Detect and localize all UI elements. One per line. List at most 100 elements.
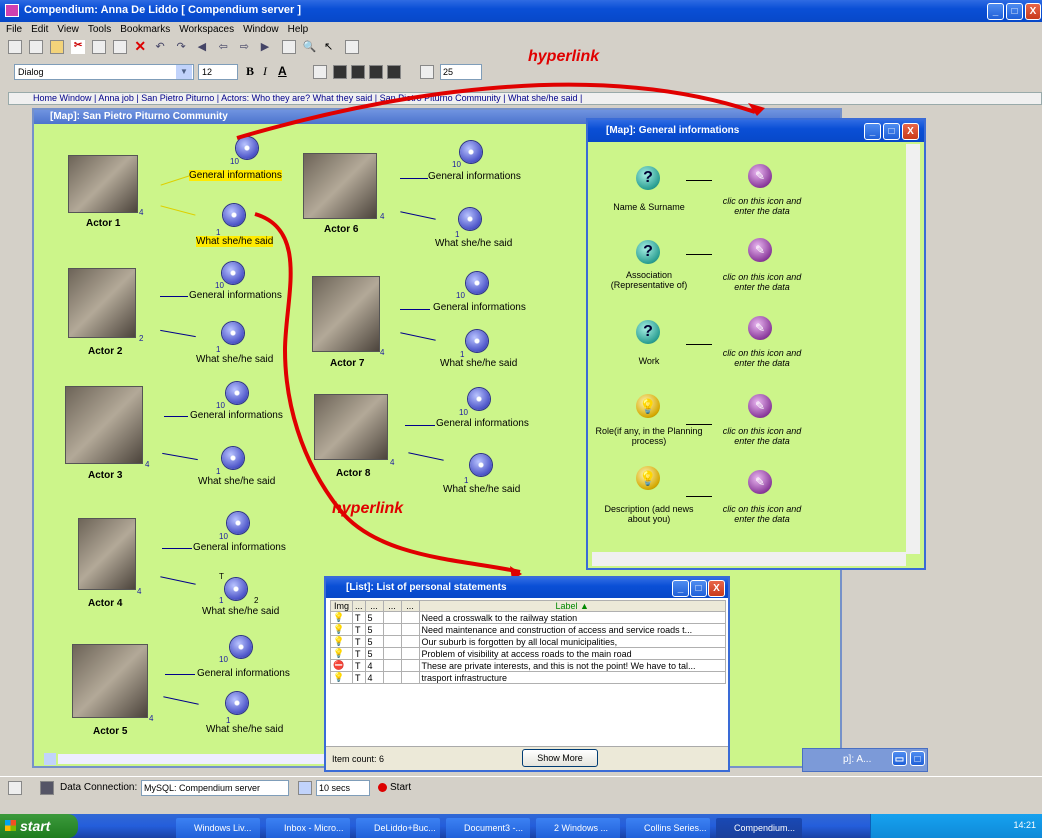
taskbar-item[interactable]: Document3 -... xyxy=(446,818,530,838)
table-header-row: Img ... ... ... ... Label ▲ xyxy=(330,600,727,612)
table-cell: 5 xyxy=(364,647,384,660)
vertical-scrollbar[interactable] xyxy=(906,144,920,554)
database-icon xyxy=(40,781,54,795)
question-icon[interactable]: ? xyxy=(636,240,660,264)
edit-icon[interactable]: ✎ xyxy=(748,238,772,262)
table-row[interactable]: 💡 T 5 Need a crosswalk to the railway stati… xyxy=(330,611,727,624)
column-header[interactable]: ... xyxy=(382,600,402,612)
show-more-button[interactable]: Show More xyxy=(522,749,598,767)
field-hint: clic on this icon and enter the data xyxy=(722,348,802,368)
table-cell: T xyxy=(352,659,366,672)
link-arrow xyxy=(686,254,712,255)
record-icon[interactable] xyxy=(378,783,387,792)
list-window: [List]: List of personal statements _ □ … xyxy=(324,576,730,772)
edit-icon[interactable]: ✎ xyxy=(748,470,772,494)
table-cell: These are private interests, and this is… xyxy=(418,659,727,672)
table-cell: T xyxy=(352,671,366,684)
table-cell: 4 xyxy=(364,671,384,684)
interval-select[interactable]: 10 secs xyxy=(316,780,370,796)
edit-icon[interactable]: ✎ xyxy=(748,316,772,340)
grid-icon[interactable] xyxy=(8,781,22,795)
table-row[interactable]: 💡 T 5 Need maintenance and construction of … xyxy=(330,623,727,636)
table-cell: Need a crosswalk to the railway station xyxy=(418,611,727,624)
link-arrow xyxy=(686,424,712,425)
info-map-title: [Map]: General informations xyxy=(606,125,740,136)
maximize-button[interactable]: □ xyxy=(910,751,925,766)
table-cell: Problem of visibility at access roads to… xyxy=(418,647,727,660)
close-button[interactable]: X xyxy=(902,123,919,140)
clock: 14:21 xyxy=(1013,820,1036,830)
taskbar-item[interactable]: DeLiddo+Buc... xyxy=(356,818,440,838)
item-count: Item count: 6 xyxy=(332,754,385,764)
table-cell: T xyxy=(352,623,366,636)
table-row[interactable]: 💡 T 5 Problem of visibility at access roads… xyxy=(330,647,727,660)
field-label: Role(if any, in the Planning process) xyxy=(595,426,703,446)
taskbar-item[interactable]: Inbox - Micro... xyxy=(266,818,350,838)
idea-icon: 💡 xyxy=(333,624,345,635)
minimized-window-label: p]: A... xyxy=(843,754,872,765)
windows-flag-icon xyxy=(5,820,16,831)
field-label: Name & Surname xyxy=(613,202,685,212)
field-hint: clic on this icon and enter the data xyxy=(722,272,802,292)
system-tray: 14:21 xyxy=(870,814,1042,838)
con-icon: ⛔ xyxy=(333,660,345,671)
info-map-window: [Map]: General informations _ □ X ? ✎ Na… xyxy=(586,118,926,570)
edit-icon[interactable]: ✎ xyxy=(748,394,772,418)
list-title-bar: [List]: List of personal statements xyxy=(326,578,728,598)
table-row[interactable]: ⛔ T 4 These are private interests, and this… xyxy=(330,659,727,672)
question-icon[interactable]: ? xyxy=(636,166,660,190)
data-connection-label: Data Connection: xyxy=(60,782,138,793)
interval-select-value: 10 secs xyxy=(319,783,351,793)
table-cell: T xyxy=(352,647,366,660)
maximize-button[interactable]: □ xyxy=(883,123,900,140)
list-table: Img ... ... ... ... Label ▲ 💡 T 5 Need a cr… xyxy=(330,600,727,684)
taskbar: start Windows Liv... Inbox - Micro... De… xyxy=(0,814,1042,838)
table-cell: 5 xyxy=(364,635,384,648)
minimize-button[interactable]: _ xyxy=(864,123,881,140)
status-bar: Data Connection: MySQL: Compendium serve… xyxy=(0,776,1042,798)
idea-icon: 💡 xyxy=(333,648,345,659)
field-hint: clic on this icon and enter the data xyxy=(722,504,802,524)
idea-icon: 💡 xyxy=(333,672,345,683)
column-header[interactable]: ... xyxy=(352,600,366,612)
lightbulb-icon[interactable]: 💡 xyxy=(636,394,660,418)
minimize-button[interactable]: _ xyxy=(672,580,689,597)
link-arrow xyxy=(686,344,712,345)
table-cell: Need maintenance and construction of acc… xyxy=(418,623,727,636)
field-label: Work xyxy=(638,356,660,366)
table-cell: 5 xyxy=(364,611,384,624)
taskbar-item[interactable]: 2 Windows ... xyxy=(536,818,620,838)
connection-select[interactable]: MySQL: Compendium server xyxy=(141,780,289,796)
table-cell: T xyxy=(352,611,366,624)
column-header[interactable]: ... xyxy=(400,600,420,612)
hyperlink-label-top: hyperlink xyxy=(528,48,600,65)
close-button[interactable]: X xyxy=(708,580,725,597)
link-arrow xyxy=(686,180,712,181)
table-cell: T xyxy=(352,635,366,648)
connection-select-value: MySQL: Compendium server xyxy=(144,783,261,793)
idea-icon: 💡 xyxy=(333,636,345,647)
start-button[interactable]: Start xyxy=(390,782,411,793)
field-hint: clic on this icon and enter the data xyxy=(722,426,802,446)
column-header[interactable]: Label ▲ xyxy=(418,600,727,612)
edit-icon[interactable]: ✎ xyxy=(748,164,772,188)
link-arrow xyxy=(686,496,712,497)
column-header[interactable]: Img xyxy=(330,600,353,612)
table-cell: trasport infrastructure xyxy=(418,671,727,684)
taskbar-item[interactable]: Collins Series... xyxy=(626,818,710,838)
restore-button[interactable]: ▭ xyxy=(892,751,907,766)
column-header[interactable]: ... xyxy=(364,600,384,612)
field-label: Association (Representative of) xyxy=(610,270,688,290)
lightbulb-icon[interactable]: 💡 xyxy=(636,466,660,490)
table-row[interactable]: 💡 T 4 trasport infrastructure xyxy=(330,671,727,684)
table-row[interactable]: 💡 T 5 Our suburb is forgotten by all local … xyxy=(330,635,727,648)
refresh-icon[interactable] xyxy=(298,781,312,795)
maximize-button[interactable]: □ xyxy=(690,580,707,597)
list-title: [List]: List of personal statements xyxy=(346,582,507,593)
question-icon[interactable]: ? xyxy=(636,320,660,344)
horizontal-scrollbar[interactable] xyxy=(592,552,906,566)
table-cell: Our suburb is forgotten by all local mun… xyxy=(418,635,727,648)
taskbar-item[interactable]: Windows Liv... xyxy=(176,818,260,838)
idea-icon: 💡 xyxy=(333,612,345,623)
taskbar-item[interactable]: Compendium... xyxy=(716,818,802,838)
